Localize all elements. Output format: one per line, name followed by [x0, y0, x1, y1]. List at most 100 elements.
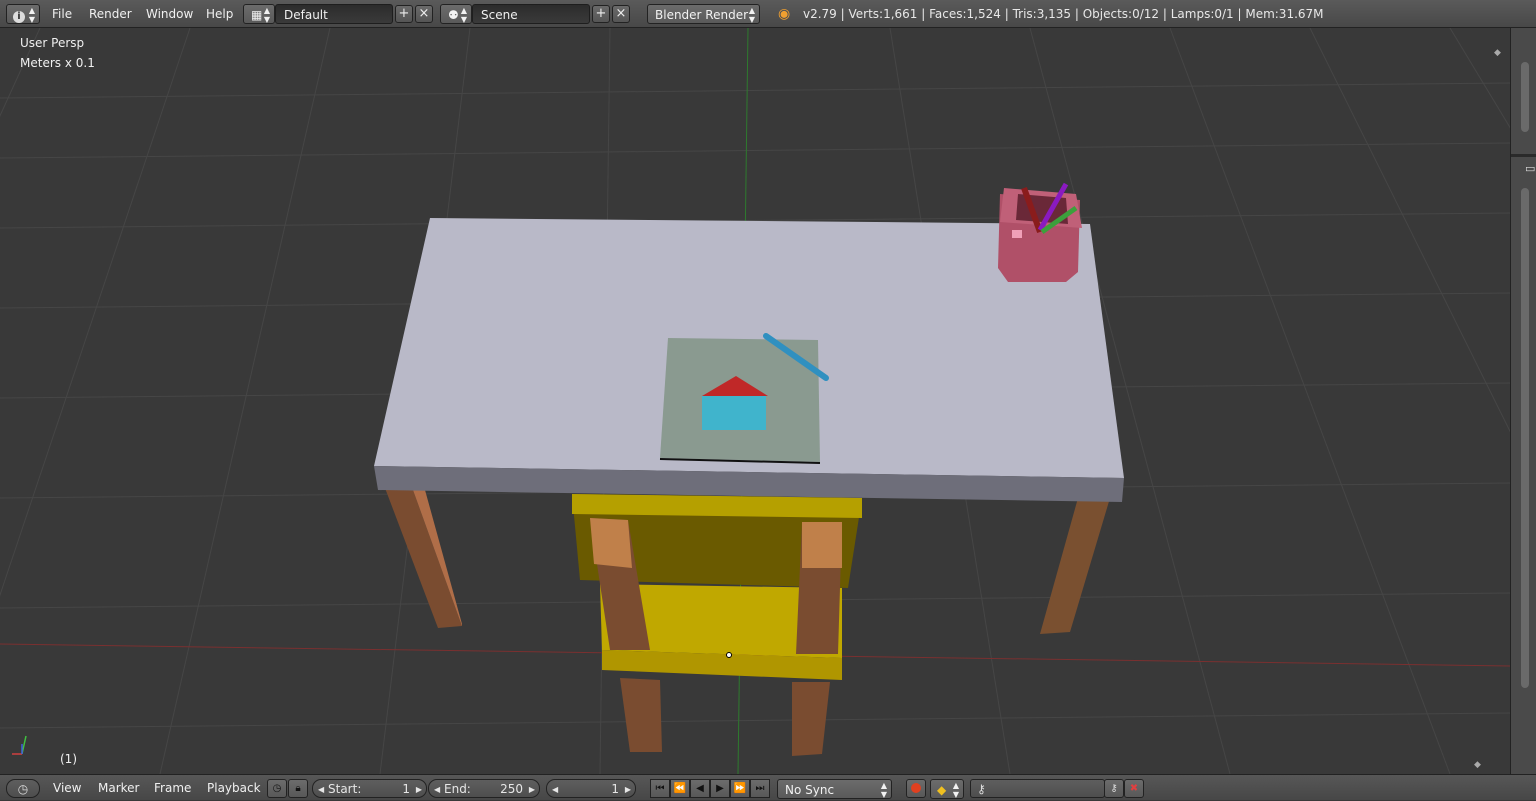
timeline-editor-type-button[interactable]: ◷ [6, 779, 40, 798]
frame-indicator: (1) [60, 752, 77, 766]
start-label: Start: [328, 782, 362, 796]
render-engine-label: Blender Render [655, 8, 749, 22]
scene-stats: v2.79 | Verts:1,661 | Faces:1,524 | Tris… [803, 7, 1324, 21]
timeline-menu-frame[interactable]: Frame [154, 775, 191, 801]
chair-back-top [572, 494, 862, 518]
key-delete-icon: ✖ [1129, 783, 1139, 794]
scene-icon: ⚉ [448, 8, 459, 22]
end-frame-field[interactable]: ◀ End: 250 ▶ [428, 779, 540, 798]
cup-corner-highlight [1012, 230, 1022, 238]
menu-file[interactable]: File [52, 0, 72, 28]
chevron-updown-icon: ▲ ▼ [460, 6, 467, 24]
close-icon: × [418, 6, 430, 21]
play-reverse-button[interactable]: ◀ [690, 779, 710, 798]
timeline-header: ◷ View Marker Frame Playback ◷ 🔒︎ ◀ Star… [0, 774, 1536, 800]
current-frame-value: 1 [611, 782, 619, 796]
end-label: End: [444, 782, 471, 796]
blender-logo-icon: ◉ [778, 6, 791, 22]
keying-mode-dropdown[interactable]: ◆ ▲ ▼ [930, 779, 964, 799]
start-value: 1 [402, 782, 410, 796]
jump-end-button[interactable]: ⏭ [750, 779, 770, 798]
chevron-right-icon: ▶ [624, 785, 631, 794]
panel-scrollbar[interactable] [1521, 188, 1529, 688]
menu-render[interactable]: Render [89, 0, 132, 28]
chevron-right-icon: ▶ [528, 785, 535, 794]
menu-help[interactable]: Help [206, 0, 233, 28]
play-button[interactable]: ▶ [710, 779, 730, 798]
timeline-menu-marker[interactable]: Marker [98, 775, 139, 801]
key-insert-icon: ⚷ [1110, 783, 1118, 794]
panel-divider[interactable] [1511, 154, 1536, 157]
add-layout-button[interactable]: + [395, 5, 413, 23]
key-icon: ⚷ [977, 782, 986, 796]
timeline-menu-view[interactable]: View [53, 775, 81, 801]
info-header: i ▲ ▼ File Render Window Help ▦ ▲ ▼ Defaul… [0, 0, 1536, 28]
chair-post-right-top [802, 522, 842, 568]
chair-post-left-top [590, 518, 632, 568]
house-wall [702, 396, 766, 430]
chevron-updown-icon: ▲ ▼ [880, 781, 887, 799]
remove-layout-button[interactable]: × [415, 5, 433, 23]
corner-widget-icon[interactable]: ◆ [1494, 48, 1501, 58]
layout-grid-icon: ▦ [251, 8, 263, 22]
chevron-updown-icon: ▲ ▼ [952, 781, 959, 799]
play-reverse-icon: ◀ [696, 783, 704, 794]
timeline-menu-playback[interactable]: Playback [207, 775, 261, 801]
jump-keyframe-forward-button[interactable]: ⏩ [730, 779, 750, 798]
axis-gizmo-icon [12, 735, 27, 755]
jump-start-icon: ⏮ [655, 783, 665, 794]
fast-forward-icon: ⏩ [733, 783, 747, 794]
jump-keyframe-back-button[interactable]: ⏪ [670, 779, 690, 798]
3d-viewport[interactable]: User Persp Meters x 0.1 (1) ◆ ◆ [0, 28, 1510, 774]
right-panel-edge: ▭ [1510, 28, 1536, 774]
close-icon: × [615, 6, 627, 21]
view-name-label: User Persp [20, 36, 85, 50]
chevron-left-icon: ◀ [434, 785, 441, 794]
chevron-left-icon: ◀ [552, 785, 559, 794]
editor-type-icon[interactable]: ▭ [1525, 162, 1535, 175]
chevron-left-icon: ◀ [318, 785, 325, 794]
editor-type-button[interactable]: i ▲ ▼ [6, 4, 40, 24]
menu-window[interactable]: Window [146, 0, 193, 28]
add-scene-button[interactable]: + [592, 5, 610, 23]
rewind-icon: ⏪ [673, 783, 687, 794]
chair-leg-front-right [792, 682, 830, 756]
insert-keyframe-button[interactable]: ⚷ [1104, 779, 1124, 798]
plus-icon: + [398, 6, 410, 21]
unit-scale-label: Meters x 0.1 [20, 56, 95, 70]
panel-scrollbar[interactable] [1521, 62, 1529, 132]
record-button[interactable] [906, 779, 926, 798]
desk-leg-right [1040, 498, 1110, 634]
chevron-updown-icon: ▲ ▼ [748, 6, 755, 24]
jump-end-icon: ⏭ [755, 783, 765, 794]
render-engine-dropdown[interactable]: Blender Render ▲ ▼ [647, 4, 760, 24]
start-frame-field[interactable]: ◀ Start: 1 ▶ [312, 779, 427, 798]
scene-selector-button[interactable]: ⚉ ▲ ▼ [440, 4, 472, 24]
chevron-right-icon: ▶ [415, 785, 422, 794]
keying-set-field[interactable]: ⚷ [970, 779, 1105, 798]
plus-icon: + [595, 6, 607, 21]
chevron-updown-icon: ▲ ▼ [28, 6, 35, 24]
lock-range-button[interactable]: 🔒︎ [288, 779, 308, 798]
sync-mode-label: No Sync [785, 783, 835, 797]
keyframe-icon: ◆ [937, 783, 947, 797]
info-icon: i [13, 11, 25, 23]
delete-keyframe-button[interactable]: ✖ [1124, 779, 1144, 798]
scene-field[interactable]: Scene [472, 4, 590, 24]
jump-start-button[interactable]: ⏮ [650, 779, 670, 798]
current-frame-field[interactable]: ◀ 1 ▶ [546, 779, 636, 798]
corner-widget-icon[interactable]: ◆ [1474, 760, 1481, 770]
remove-scene-button[interactable]: × [612, 5, 630, 23]
clock-icon: ◷ [272, 783, 282, 794]
record-icon [911, 783, 921, 793]
sync-mode-dropdown[interactable]: No Sync ▲ ▼ [777, 779, 892, 799]
clock-icon: ◷ [17, 782, 29, 796]
screen-layout-field[interactable]: Default [275, 4, 393, 24]
play-icon: ▶ [716, 783, 724, 794]
preview-range-button[interactable]: ◷ [267, 779, 287, 798]
scene-canvas[interactable] [0, 28, 1510, 774]
chair-leg-front-left [620, 678, 662, 752]
screen-layout-button[interactable]: ▦ ▲ ▼ [243, 4, 275, 24]
lock-icon: 🔒︎ [295, 783, 301, 794]
end-value: 250 [500, 782, 523, 796]
